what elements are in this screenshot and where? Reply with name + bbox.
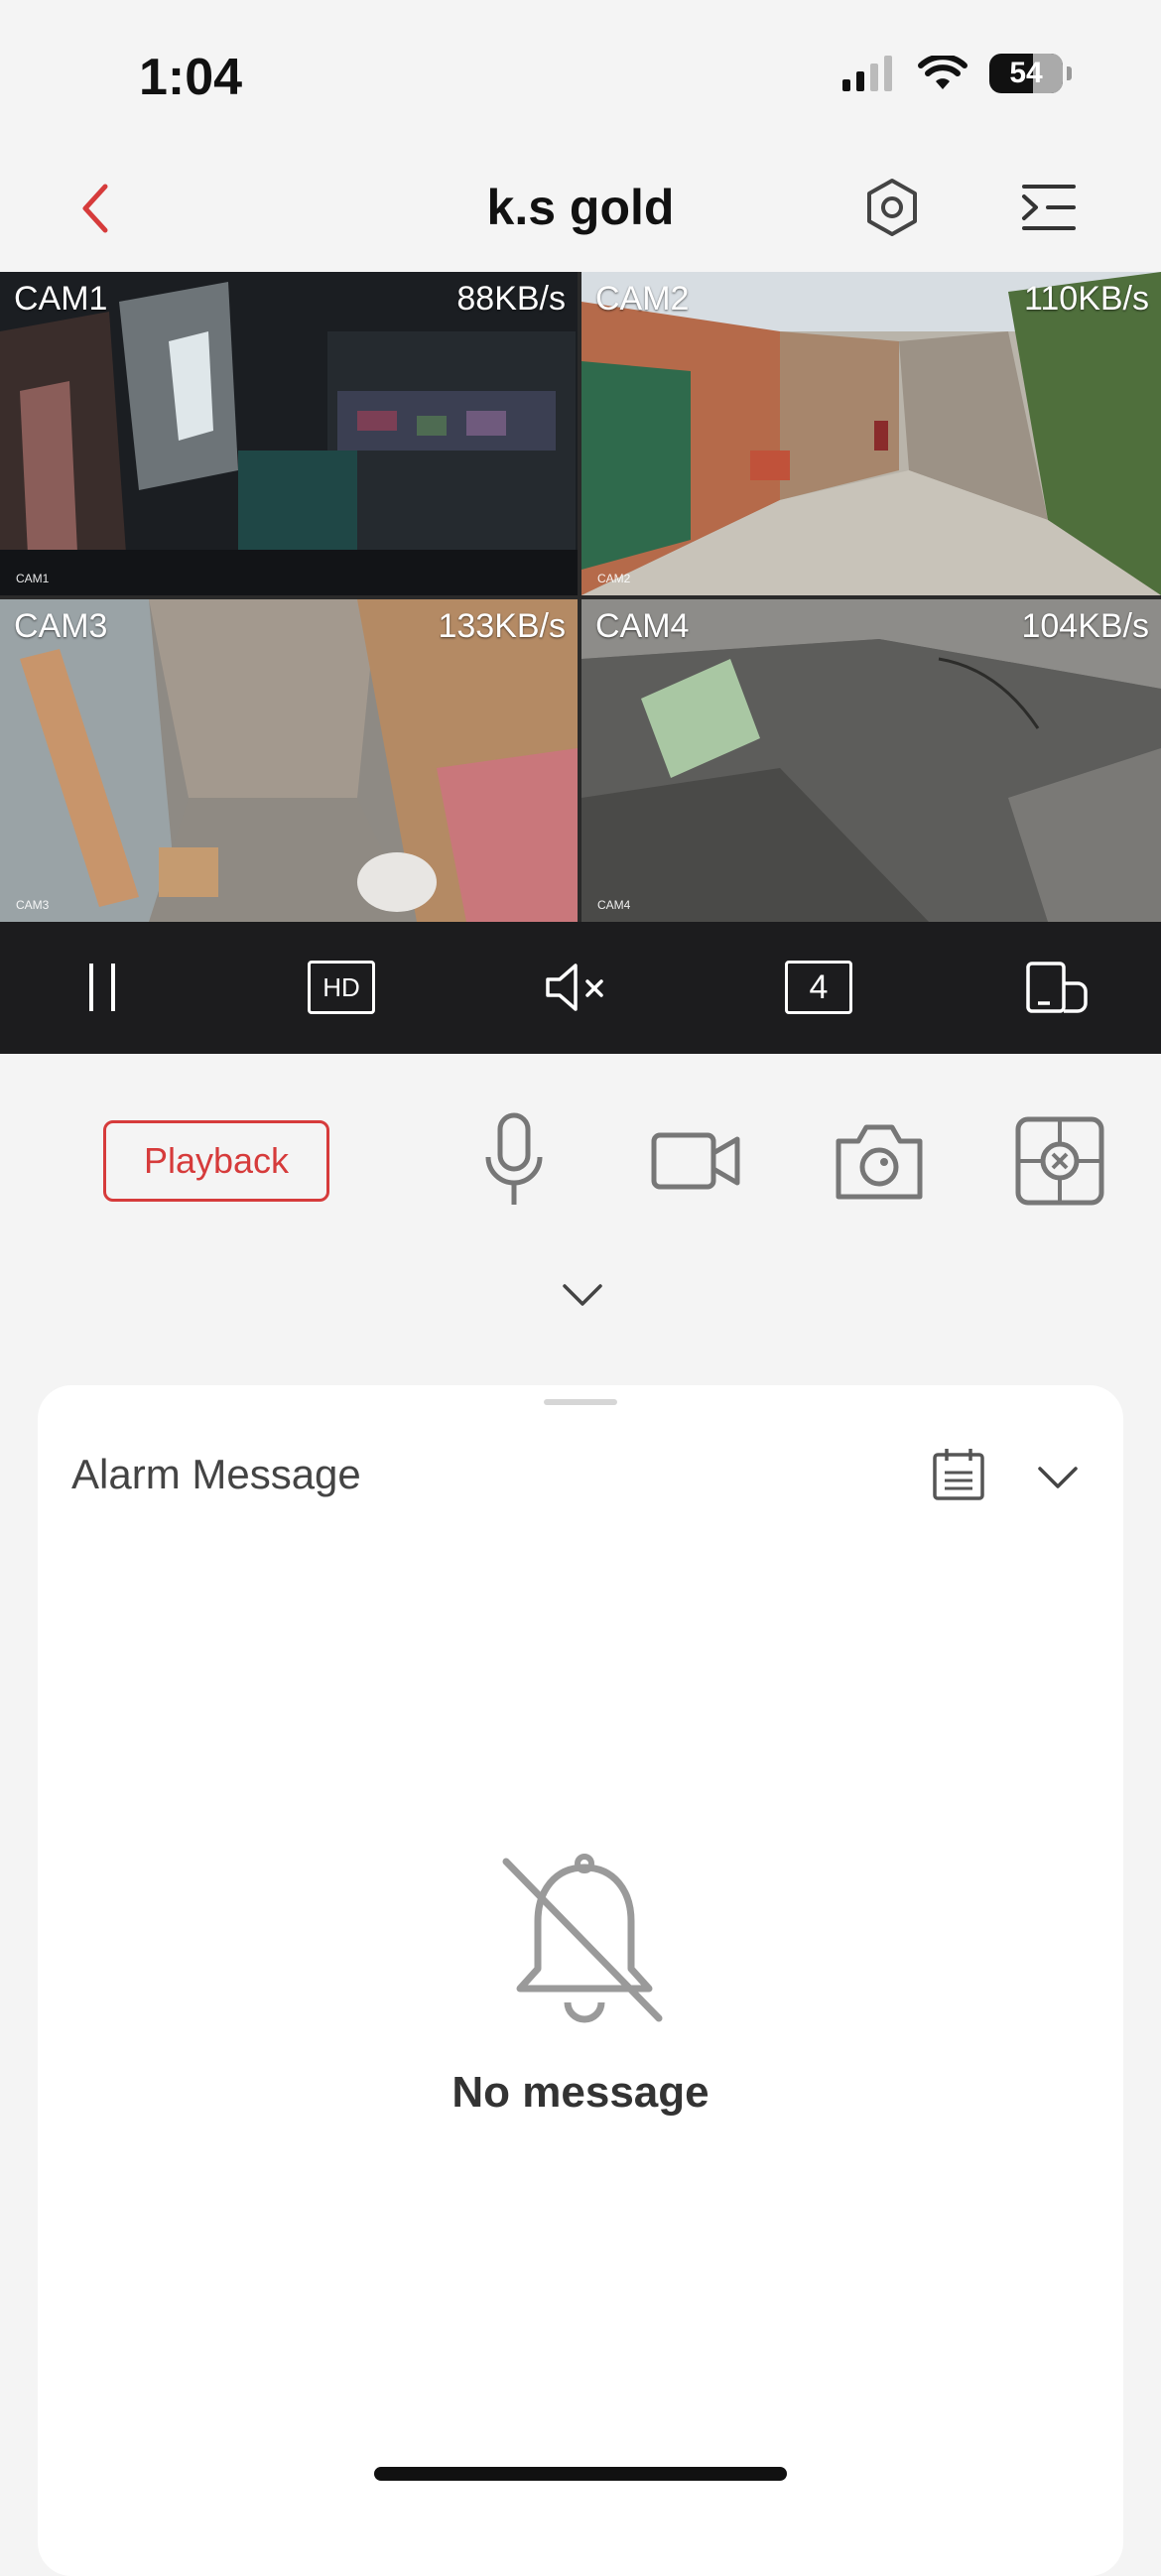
ptz-button[interactable] [1010,1111,1109,1211]
status-time: 1:04 [139,49,243,106]
status-bar: 1:04 54 [0,0,1161,149]
camera-bitrate: 133KB/s [438,607,566,645]
camera-tile-1[interactable]: CAM1 88KB/s CAM1 [0,272,578,595]
camera-tile-2[interactable]: CAM2 110KB/s CAM2 [581,272,1161,595]
camera-tile-3[interactable]: CAM3 133KB/s CAM3 [0,599,578,922]
mute-icon [546,964,603,1011]
channel-menu-icon[interactable] [1018,177,1080,238]
alarm-title: Alarm Message [71,1451,361,1497]
empty-state-text: No message [452,2068,710,2117]
camera-bitrate: 88KB/s [456,280,566,318]
mute-button[interactable] [544,956,613,1019]
action-row: Playback [0,1092,1161,1230]
live-toolbar: HD 4 [0,922,1161,1054]
bell-off-icon [502,1854,663,2023]
calendar-icon[interactable] [931,1447,986,1502]
snapshot-button[interactable] [830,1111,929,1211]
home-indicator [374,2467,787,2481]
expand-chevron-icon[interactable] [561,1280,604,1310]
battery-icon: 54 [989,54,1063,93]
microphone-icon [485,1112,543,1205]
camera-feed-image [0,272,578,595]
drag-handle[interactable] [544,1399,617,1405]
settings-icon[interactable] [859,175,925,240]
nav-bar: k.s gold [0,149,1161,273]
chevron-down-icon[interactable] [1036,1463,1080,1492]
split-count: 4 [785,961,852,1014]
camera-feed-image [581,599,1161,922]
camera-label: CAM2 [595,280,690,318]
record-button[interactable] [647,1111,746,1211]
camera-osd-label: CAM4 [597,898,631,912]
rotate-screen-icon [1026,962,1088,1013]
camera-grid: CAM1 88KB/s CAM1 CAM2 110KB/s CAM2 CAM3 … [0,272,1161,922]
rotate-screen-button[interactable] [1022,956,1092,1019]
ptz-control-icon [1015,1116,1104,1206]
camera-label: CAM4 [595,607,690,645]
alarm-panel: Alarm Message No message [38,1385,1123,2576]
camera-osd-label: CAM1 [16,572,50,585]
page-title: k.s gold [486,180,675,235]
camera-tile-4[interactable]: CAM4 104KB/s CAM4 [581,599,1161,922]
pause-icon [89,964,115,1011]
quality-label: HD [308,961,375,1014]
camera-bitrate: 110KB/s [1023,280,1149,318]
camera-bitrate: 104KB/s [1021,607,1149,645]
camera-feed-image [0,599,578,922]
camera-snapshot-icon [836,1124,923,1200]
camera-feed-image [581,272,1161,595]
split-screen-button[interactable]: 4 [784,956,853,1019]
playback-button[interactable]: Playback [103,1120,329,1202]
camera-osd-label: CAM3 [16,898,50,912]
camera-osd-label: CAM2 [597,572,631,585]
talk-button[interactable] [464,1111,564,1211]
video-record-icon [651,1132,740,1190]
quality-button[interactable]: HD [307,956,376,1019]
camera-label: CAM3 [14,607,108,645]
battery-level: 54 [1009,57,1043,89]
pause-button[interactable] [67,956,137,1019]
wifi-icon [918,56,968,89]
status-icons: 54 [840,54,1072,93]
camera-label: CAM1 [14,280,108,318]
signal-icon [842,56,892,91]
